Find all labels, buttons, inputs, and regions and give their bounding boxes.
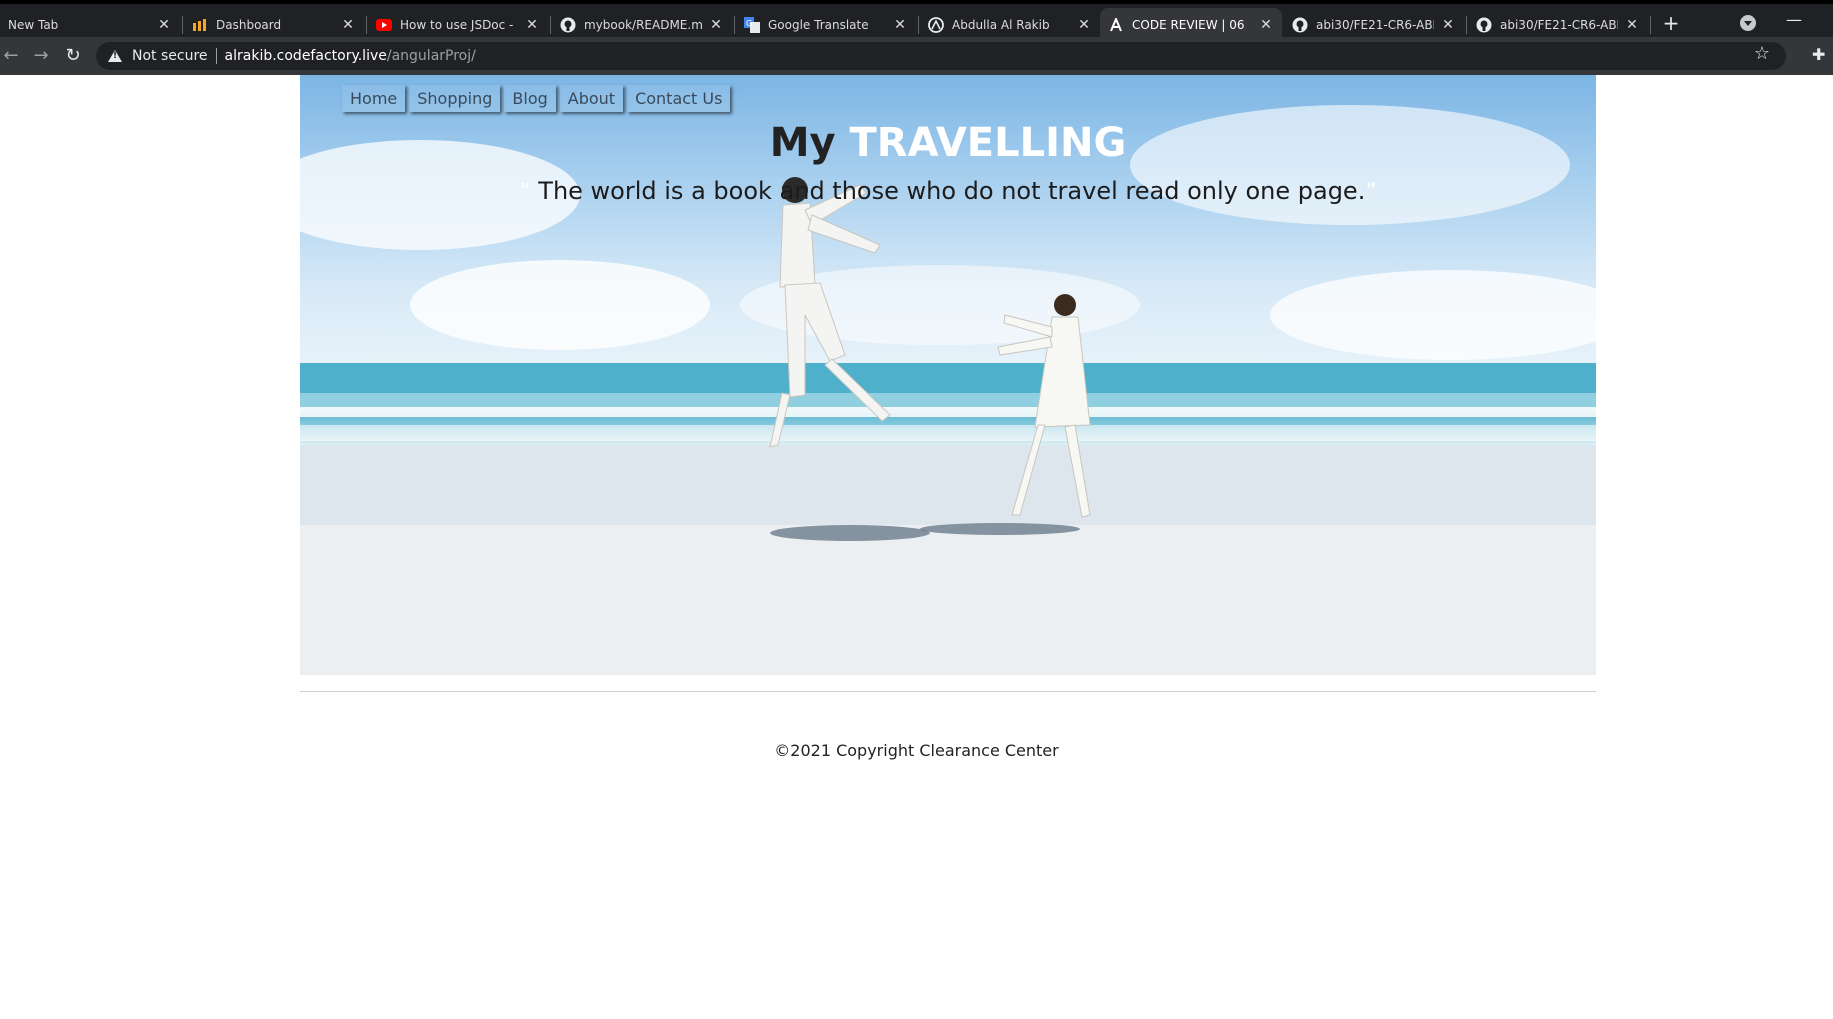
github-icon xyxy=(1476,17,1492,33)
tab-title: abi30/FE21-CR6-ABDU xyxy=(1500,17,1618,32)
new-tab-plus-icon[interactable]: + xyxy=(1660,12,1682,34)
forward-arrow-icon[interactable]: → xyxy=(30,45,52,67)
close-tab-icon[interactable]: ✕ xyxy=(524,17,540,33)
page-title: My TRAVELLING xyxy=(300,120,1596,166)
nav-home[interactable]: Home xyxy=(342,85,406,112)
minimize-window-icon[interactable]: — xyxy=(1786,10,1802,29)
tab-separator xyxy=(550,16,551,34)
tab-title: How to use JSDoc - Ba xyxy=(400,17,518,32)
google-translate-icon: G xyxy=(744,16,760,33)
url-host[interactable]: alrakib.codefactory.live xyxy=(225,48,387,64)
tab-title: mybook/README.md xyxy=(584,17,702,32)
tab-separator xyxy=(1650,16,1651,34)
github-icon xyxy=(560,17,576,33)
tab-separator xyxy=(734,16,735,34)
footer-copyright: ©2021 Copyright Clearance Center xyxy=(774,741,1059,760)
close-tab-icon[interactable]: ✕ xyxy=(1440,17,1456,33)
close-tab-icon[interactable]: ✕ xyxy=(1076,17,1092,33)
svg-text:G: G xyxy=(746,19,752,28)
tab-strip: New Tab ✕ Dashboard ✕ How to use JSDoc -… xyxy=(0,0,1833,41)
close-tab-icon[interactable]: ✕ xyxy=(1258,17,1274,33)
youtube-icon xyxy=(376,17,392,33)
warning-icon[interactable] xyxy=(108,50,122,62)
nav-about[interactable]: About xyxy=(559,85,624,112)
angular-icon xyxy=(1108,17,1124,33)
site-logo-icon xyxy=(928,16,944,33)
url-path[interactable]: /angularProj/ xyxy=(387,48,476,64)
nav-shopping[interactable]: Shopping xyxy=(409,85,501,112)
title-my: My xyxy=(769,120,850,166)
tab-title: New Tab xyxy=(8,17,59,32)
nav-contact-us[interactable]: Contact Us xyxy=(627,85,731,112)
tab-separator xyxy=(182,16,183,34)
close-tab-icon[interactable]: ✕ xyxy=(1624,17,1640,33)
hero-quote: ” The world is a book and those who do n… xyxy=(300,177,1596,205)
close-tab-icon[interactable]: ✕ xyxy=(340,17,356,33)
top-nav: Home Shopping Blog About Contact Us xyxy=(342,85,731,112)
github-icon xyxy=(1292,17,1308,33)
quote-text: The world is a book and those who do not… xyxy=(530,177,1366,205)
close-tab-icon[interactable]: ✕ xyxy=(708,17,724,33)
tab-title: Abdulla Al Rakib xyxy=(952,17,1050,32)
tab-search-icon[interactable] xyxy=(1740,15,1756,31)
quote-close-mark: ” xyxy=(1365,180,1377,205)
tab-title: abi30/FE21-CR6-ABDU xyxy=(1316,17,1434,32)
reload-icon[interactable]: ↻ xyxy=(62,45,84,67)
quote-open-mark: ” xyxy=(519,180,531,205)
address-separator xyxy=(215,48,217,64)
close-tab-icon[interactable]: ✕ xyxy=(156,17,172,33)
tab-title: Google Translate xyxy=(768,17,869,32)
tab-separator xyxy=(918,16,919,34)
tab-title: CODE REVIEW | 06 xyxy=(1132,17,1245,32)
footer-divider xyxy=(300,691,1596,692)
bookmark-star-icon[interactable]: ☆ xyxy=(1754,43,1770,64)
browser-toolbar: ← → ↻ Not secure alrakib.codefactory.liv… xyxy=(0,37,1833,75)
tab-separator xyxy=(366,16,367,34)
close-tab-icon[interactable]: ✕ xyxy=(892,17,908,33)
extensions-puzzle-icon[interactable]: ✚ xyxy=(1812,45,1825,64)
title-travelling: TRAVELLING xyxy=(849,120,1127,166)
back-arrow-icon[interactable]: ← xyxy=(0,45,22,67)
tab-title: Dashboard xyxy=(216,17,282,32)
dashboard-logo-icon xyxy=(192,17,208,33)
hero-banner: Home Shopping Blog About Contact Us My T… xyxy=(300,75,1596,675)
nav-blog[interactable]: Blog xyxy=(504,85,556,112)
security-label[interactable]: Not secure xyxy=(132,48,208,64)
web-page: Home Shopping Blog About Contact Us My T… xyxy=(0,75,1833,1019)
tab-separator xyxy=(1466,16,1467,34)
address-bar[interactable]: Not secure alrakib.codefactory.live/angu… xyxy=(96,42,1786,70)
